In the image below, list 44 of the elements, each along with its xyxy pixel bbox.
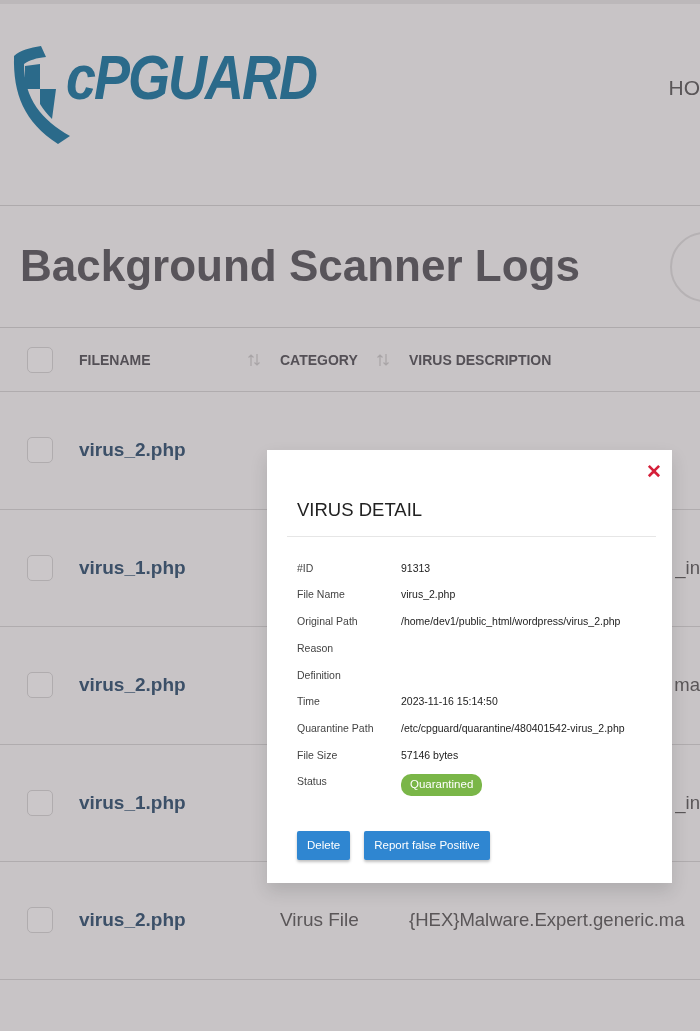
column-header[interactable]: VIRUS DESCRIPTION <box>409 351 552 368</box>
description-text: _in <box>675 790 700 816</box>
column-header[interactable]: CATEGORY <box>280 351 358 368</box>
filename-link[interactable]: virus_1.php <box>79 556 186 578</box>
checkbox[interactable] <box>27 554 53 581</box>
close-button[interactable]: ✕ <box>646 462 662 481</box>
detail-label: File Size <box>297 747 339 763</box>
detail-value: 57146 bytes <box>401 747 459 763</box>
description-text: {HEX}Malware.Expert.generic.ma <box>409 908 685 933</box>
detail-value: 91313 <box>401 560 431 576</box>
detail-label: File Name <box>297 587 346 603</box>
description-text: ma <box>674 673 700 698</box>
detail-label: Quarantine Path <box>297 720 375 736</box>
category-text: Virus File <box>280 909 359 930</box>
status-badge: Quarantined <box>401 774 483 796</box>
detail-label: Original Path <box>297 614 359 630</box>
modal-title: VIRUS DETAIL <box>297 499 423 520</box>
detail-label: Reason <box>297 640 335 656</box>
filename-link[interactable]: virus_2.php <box>79 909 186 930</box>
detail-value: /home/dev1/public_html/wordpress/virus_2.php <box>401 614 621 630</box>
checkbox[interactable] <box>27 437 53 464</box>
filename-link[interactable]: virus_2.php <box>79 674 186 695</box>
detail-label: Definition <box>297 667 342 683</box>
checkbox[interactable] <box>27 672 53 699</box>
nav-link[interactable]: HO <box>668 76 700 99</box>
page-title: Background Scanner Logs <box>20 240 580 293</box>
detail-label: #ID <box>297 560 315 576</box>
checkbox[interactable] <box>27 789 53 816</box>
detail-value: virus_2.php <box>401 587 456 603</box>
filename-link[interactable]: virus_2.php <box>79 439 186 460</box>
report-button[interactable]: Report false Positive <box>364 830 490 861</box>
column-header[interactable]: FILENAME <box>79 351 151 368</box>
detail-value: 2023-11-16 15:14:50 <box>401 694 498 710</box>
detail-label: Status <box>297 774 328 790</box>
delete-button[interactable]: Delete <box>297 830 351 861</box>
detail-label: Time <box>297 694 321 710</box>
checkbox[interactable] <box>27 346 53 373</box>
checkbox[interactable] <box>27 907 53 934</box>
logo-text: cPGUARD <box>66 45 317 109</box>
filename-link[interactable]: virus_1.php <box>79 791 186 813</box>
description-text: _in <box>675 555 700 581</box>
sort-icon[interactable] <box>376 353 390 368</box>
sort-icon[interactable] <box>247 353 261 368</box>
detail-value: /etc/cpguard/quarantine/480401542-virus_2.php <box>401 720 625 736</box>
